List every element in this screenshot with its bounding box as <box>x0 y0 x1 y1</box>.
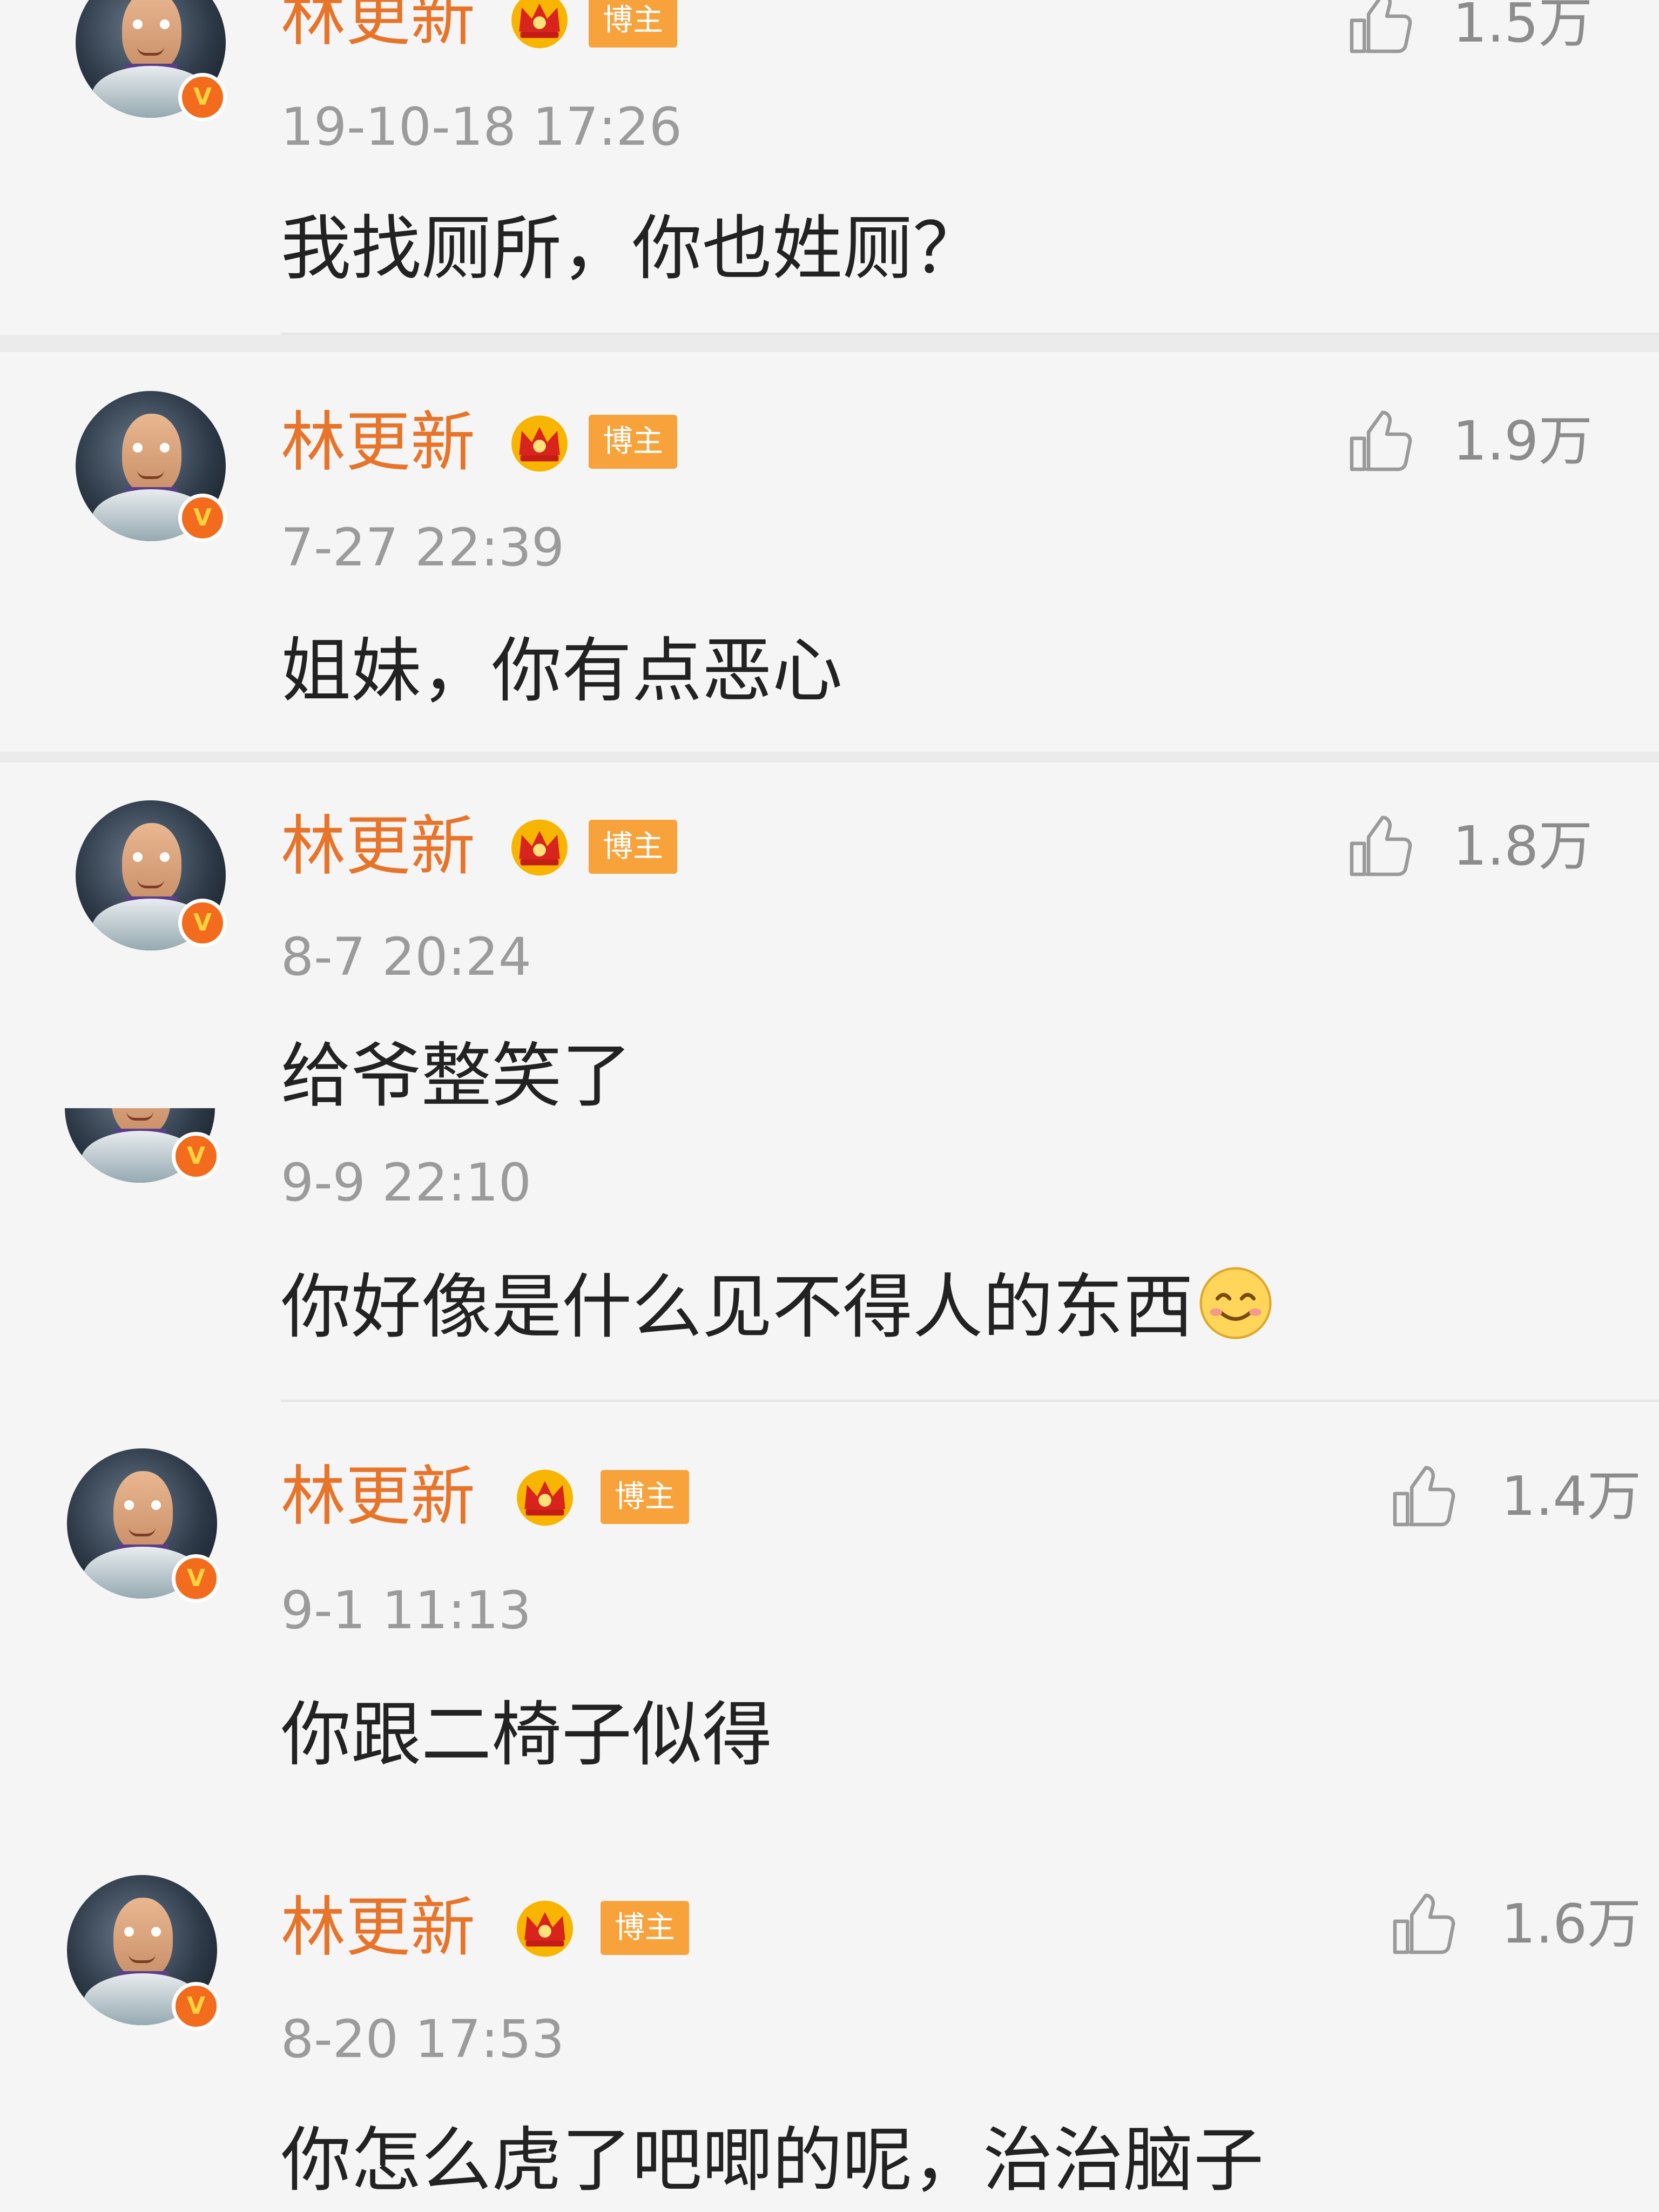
comment-item[interactable]: V 林更新 博主 1.9万 7-27 22:39 姐妹，你有点恶心 <box>0 352 1659 752</box>
comment-time: 7-27 22:39 <box>281 517 565 578</box>
comment-item[interactable]: V 林更新 博主 1.8万 8-7 20:24 给爷整笑了 <box>0 763 1659 1108</box>
verified-v-icon: V <box>172 1554 220 1603</box>
verified-v-icon: V <box>178 73 227 122</box>
crown-icon <box>508 814 571 878</box>
crown-icon <box>508 0 571 51</box>
comment-item[interactable]: V 林更新 博主 1.6万 8-20 17:53 你怎么虎了吧唧的呢，治治脑子 <box>0 1825 1659 2212</box>
author-badge: 博主 <box>589 415 677 469</box>
comment-text: 你跟二椅子似得 <box>281 1694 773 1776</box>
verified-v-icon: V <box>172 1982 220 2031</box>
comment-time: 8-20 17:53 <box>281 2009 565 2069</box>
comment-time: 19-10-18 17:26 <box>281 97 682 157</box>
author-badge: 博主 <box>589 820 677 874</box>
like-count: 1.6万 <box>1501 1892 1642 1955</box>
author-name[interactable]: 林更新 <box>281 405 475 481</box>
like-count: 1.5万 <box>1453 0 1593 55</box>
crown-icon <box>513 1896 577 1959</box>
verified-v-icon: V <box>178 899 227 947</box>
thumbs-up-icon[interactable] <box>1345 0 1415 58</box>
author-name[interactable]: 林更新 <box>281 1890 475 1966</box>
author-badge: 博主 <box>589 0 677 48</box>
comment-item[interactable]: V 林更新 博主 1.5万 19-10-18 17:26 我找厕所，你也姓厕？ <box>0 0 1659 335</box>
comment-item[interactable]: V 9-9 22:10 你好像是什么见不得人的东西 <box>0 1108 1659 1421</box>
comment-text: 你怎么虎了吧唧的呢，治治脑子 <box>281 2119 1264 2201</box>
verified-v-icon: V <box>178 494 227 542</box>
comment-text: 姐妹，你有点恶心 <box>281 630 843 712</box>
comment-text-content: 你好像是什么见不得人的东西 <box>281 1266 1194 1348</box>
like-count: 1.4万 <box>1501 1465 1642 1528</box>
like-count: 1.9万 <box>1453 409 1593 473</box>
author-name[interactable]: 林更新 <box>281 809 475 885</box>
section-separator <box>0 752 1659 763</box>
crown-icon <box>508 410 571 474</box>
comment-text: 我找厕所，你也姓厕？ <box>281 207 983 289</box>
divider <box>281 1400 1659 1402</box>
author-name[interactable]: 林更新 <box>281 0 475 55</box>
like-count: 1.8万 <box>1453 814 1593 878</box>
thumbs-up-icon[interactable] <box>1345 811 1415 881</box>
comment-item[interactable]: V 林更新 博主 1.4万 9-1 11:13 你跟二椅子似得 <box>0 1421 1659 1821</box>
verified-v-icon: V <box>172 1132 220 1181</box>
thumbs-up-icon[interactable] <box>1388 1889 1458 1959</box>
author-badge: 博主 <box>601 1470 689 1524</box>
comment-text: 给爷整笑了 <box>281 1035 632 1108</box>
comment-time: 9-1 11:13 <box>281 1580 531 1641</box>
comment-time: 9-9 22:10 <box>281 1152 531 1213</box>
smile-emoji-icon <box>1198 1265 1273 1341</box>
author-badge: 博主 <box>601 1901 689 1955</box>
section-separator <box>0 335 1659 352</box>
author-name[interactable]: 林更新 <box>281 1459 475 1535</box>
crown-icon <box>513 1465 577 1528</box>
comment-text: 你好像是什么见不得人的东西 <box>281 1264 1273 1350</box>
comment-time: 8-7 20:24 <box>281 927 531 987</box>
thumbs-up-icon[interactable] <box>1345 406 1415 476</box>
thumbs-up-icon[interactable] <box>1388 1461 1458 1532</box>
